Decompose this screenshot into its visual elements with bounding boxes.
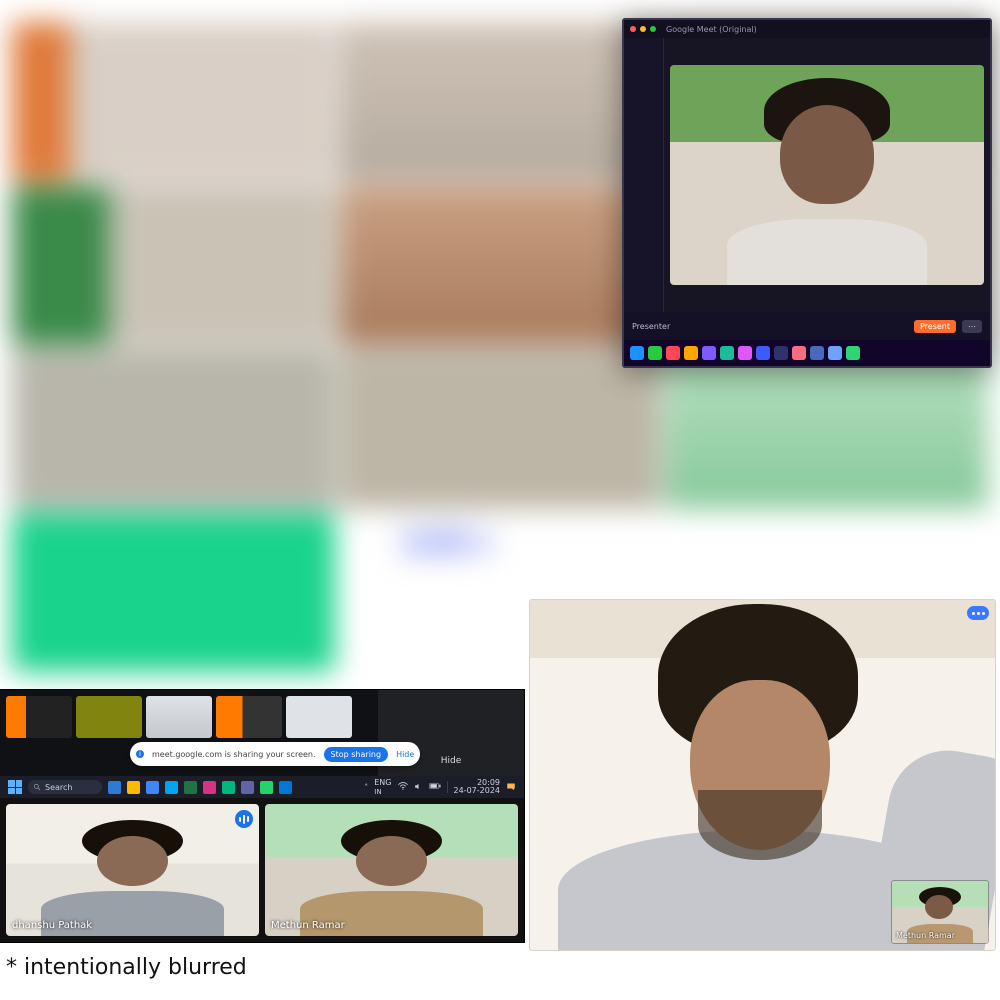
dock-app-icon[interactable] bbox=[792, 346, 806, 360]
side-panel bbox=[624, 38, 664, 312]
participant-tile bbox=[339, 186, 662, 346]
dock-app-icon[interactable] bbox=[810, 346, 824, 360]
presenter-label: Presenter bbox=[632, 322, 670, 331]
self-camera-large[interactable]: Methun Ramar bbox=[530, 600, 995, 950]
participant-tile bbox=[12, 513, 335, 673]
minimize-icon[interactable] bbox=[640, 26, 646, 32]
maximize-icon[interactable] bbox=[650, 26, 656, 32]
floating-meet-window[interactable]: Google Meet (Original) Presenter Present… bbox=[622, 18, 992, 368]
self-video bbox=[670, 65, 984, 285]
share-text: meet.google.com is sharing your screen. bbox=[152, 750, 316, 759]
more-options-button[interactable] bbox=[967, 606, 989, 620]
picture-in-picture[interactable]: Methun Ramar bbox=[891, 880, 989, 944]
taskbar-app-icon[interactable] bbox=[260, 781, 273, 794]
participant-tile bbox=[12, 349, 335, 509]
dock-app-icon[interactable] bbox=[738, 346, 752, 360]
participant-tile bbox=[12, 22, 335, 182]
presenter-bar: Presenter Present ⋯ bbox=[624, 312, 990, 340]
shared-screen-area: Hide i meet.google.com is sharing your s… bbox=[0, 690, 524, 776]
hide-button[interactable]: Hide bbox=[396, 750, 414, 759]
search-icon bbox=[33, 783, 41, 791]
dock-app-icon[interactable] bbox=[666, 346, 680, 360]
image-caption: * intentionally blurred bbox=[6, 955, 247, 980]
window-title: Google Meet (Original) bbox=[666, 25, 757, 34]
dock-app-icon[interactable] bbox=[756, 346, 770, 360]
notifications-icon[interactable] bbox=[506, 781, 516, 793]
dock-app-icon[interactable] bbox=[846, 346, 860, 360]
present-button[interactable]: Present bbox=[914, 320, 956, 333]
meet-window[interactable]: Hide i meet.google.com is sharing your s… bbox=[0, 690, 524, 942]
participant-tile bbox=[665, 349, 988, 509]
taskbar-app-icon[interactable] bbox=[146, 781, 159, 794]
dock-app-icon[interactable] bbox=[774, 346, 788, 360]
participant-thumb[interactable]: dhanshu Pathak bbox=[6, 804, 259, 936]
stop-sharing-button[interactable]: Stop sharing bbox=[324, 747, 389, 762]
slide-thumb[interactable] bbox=[6, 696, 72, 738]
dock-app-icon[interactable] bbox=[630, 346, 644, 360]
taskbar-app-icon[interactable] bbox=[279, 781, 292, 794]
taskbar-app-icon[interactable] bbox=[108, 781, 121, 794]
tray-chevron-icon[interactable]: ˄ bbox=[364, 783, 368, 792]
dock-app-icon[interactable] bbox=[702, 346, 716, 360]
language-indicator[interactable]: ENGIN bbox=[374, 778, 391, 796]
participant-thumb[interactable]: Methun Ramar bbox=[265, 804, 518, 936]
info-icon: i bbox=[136, 750, 144, 758]
close-icon[interactable] bbox=[630, 26, 636, 32]
search-box[interactable]: Search bbox=[28, 780, 102, 794]
slide-thumb[interactable] bbox=[286, 696, 352, 738]
start-button[interactable] bbox=[8, 780, 22, 794]
slide-thumb[interactable] bbox=[146, 696, 212, 738]
dock-app-icon[interactable] bbox=[720, 346, 734, 360]
taskbar-app-icon[interactable] bbox=[222, 781, 235, 794]
taskbar-app-icon[interactable] bbox=[184, 781, 197, 794]
taskbar-app-icon[interactable] bbox=[241, 781, 254, 794]
participant-thumbs: dhanshu Pathak Methun Ramar bbox=[0, 798, 524, 942]
more-button[interactable]: ⋯ bbox=[962, 320, 982, 333]
taskbar-app-icon[interactable] bbox=[165, 781, 178, 794]
volume-icon[interactable] bbox=[414, 782, 423, 793]
participant-name: dhanshu Pathak bbox=[12, 920, 92, 931]
macos-dock[interactable] bbox=[624, 340, 990, 366]
battery-icon[interactable] bbox=[429, 782, 441, 792]
window-titlebar[interactable]: Google Meet (Original) bbox=[624, 20, 990, 38]
taskbar-app-icon[interactable] bbox=[127, 781, 140, 794]
screen-share-bar[interactable]: i meet.google.com is sharing your screen… bbox=[130, 742, 420, 766]
camera-panel bbox=[664, 38, 990, 312]
dock-app-icon[interactable] bbox=[828, 346, 842, 360]
slide-thumb[interactable] bbox=[76, 696, 142, 738]
windows-taskbar[interactable]: Search ˄ ENGIN 20:09 bbox=[0, 776, 524, 798]
system-clock[interactable]: 20:09 24-07-2024 bbox=[454, 779, 501, 795]
wifi-icon[interactable] bbox=[398, 782, 408, 792]
participant-tile bbox=[12, 186, 335, 346]
participant-name: Methun Ramar bbox=[271, 920, 345, 931]
dock-app-icon[interactable] bbox=[684, 346, 698, 360]
speaking-indicator-icon bbox=[235, 810, 253, 828]
search-placeholder: Search bbox=[45, 783, 72, 792]
hide-button[interactable]: Hide bbox=[441, 756, 462, 766]
slide-thumb[interactable] bbox=[216, 696, 282, 738]
participant-tile bbox=[339, 349, 662, 509]
participant-tile bbox=[339, 22, 662, 182]
pip-name: Methun Ramar bbox=[896, 931, 955, 940]
dock-app-icon[interactable] bbox=[648, 346, 662, 360]
taskbar-app-icon[interactable] bbox=[203, 781, 216, 794]
